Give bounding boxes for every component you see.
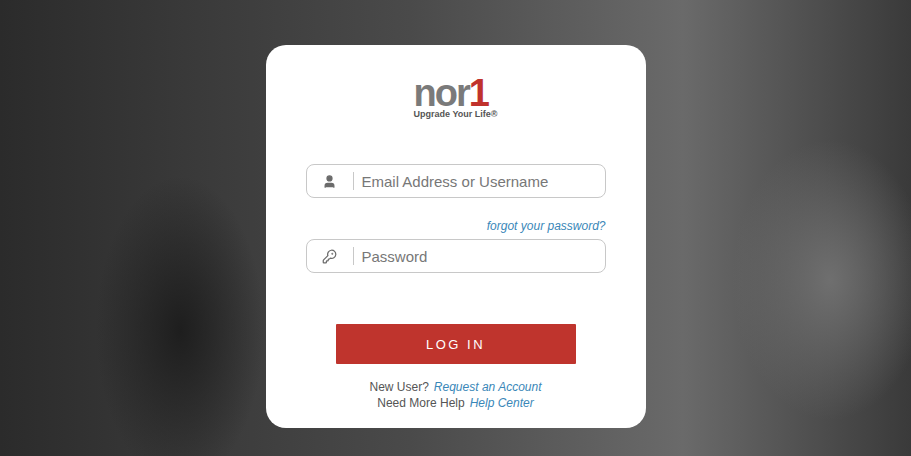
logo-word: nor1 (414, 77, 488, 109)
footer-line: Need More Help Help Center (377, 396, 533, 410)
email-field[interactable] (306, 164, 606, 198)
key-icon (322, 249, 337, 264)
footer-line: New User? Request an Account (370, 380, 542, 394)
password-field[interactable] (306, 239, 606, 273)
footer-link[interactable]: Request an Account (434, 380, 542, 394)
footer-prompt: New User? (370, 380, 429, 394)
field-icon-box (307, 172, 354, 190)
email-input[interactable] (354, 166, 605, 197)
logo-accent: 1 (469, 72, 488, 114)
logo: nor1Upgrade Your Life® (414, 77, 498, 119)
password-input[interactable] (354, 241, 605, 272)
forgot-row: forgot your password? (306, 219, 606, 233)
footer-prompt: Need More Help (377, 396, 464, 410)
logo-tagline: Upgrade Your Life® (414, 110, 498, 119)
background-photo: nor1Upgrade Your Life® forgot your passwo… (0, 0, 911, 456)
login-button[interactable]: LOG IN (336, 324, 576, 364)
user-icon (322, 174, 337, 189)
forgot-password-link[interactable]: forgot your password? (487, 219, 606, 233)
footer-link[interactable]: Help Center (470, 396, 534, 410)
login-card: nor1Upgrade Your Life® forgot your passwo… (266, 45, 646, 428)
field-icon-box (307, 247, 354, 265)
footer: New User? Request an Account Need More Hel… (370, 380, 542, 410)
